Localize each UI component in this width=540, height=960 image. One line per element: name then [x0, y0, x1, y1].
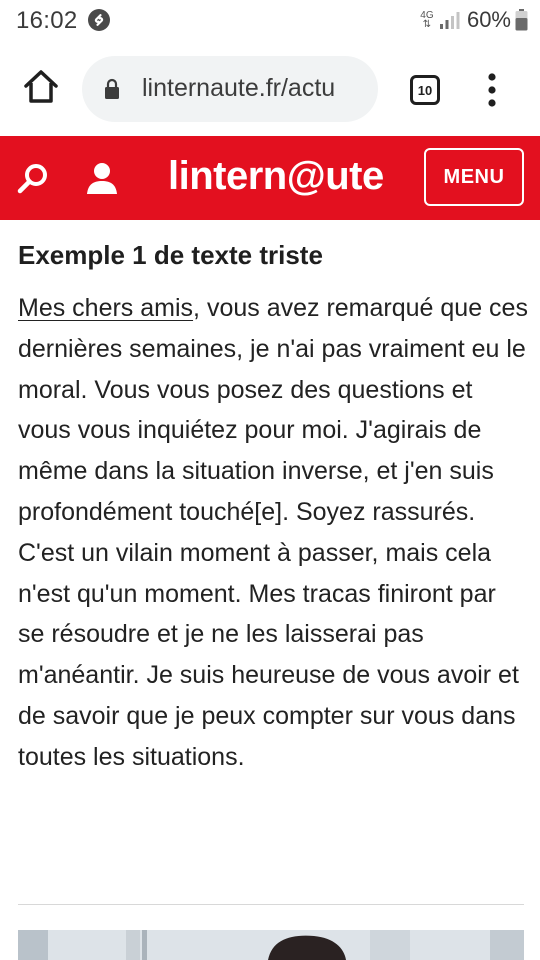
article-image: [18, 930, 524, 960]
article-text: , vous avez remarqué que ces dernières s…: [18, 294, 528, 771]
address-bar[interactable]: linternaute.fr/actu: [82, 56, 378, 122]
search-icon: [17, 164, 47, 194]
browser-menu-button[interactable]: [478, 70, 506, 110]
divider: [18, 904, 524, 905]
site-menu-button[interactable]: MENU: [424, 148, 524, 206]
article-paragraph: Mes chers amis, vous avez remarqué que c…: [18, 288, 528, 778]
battery-icon: [515, 9, 528, 31]
browser-toolbar: linternaute.fr/actu 10: [0, 42, 540, 136]
status-bar: 16:02 4G ⇅ 60%: [0, 0, 540, 42]
status-indicators: 4G ⇅ 60%: [419, 7, 528, 33]
lock-icon: [104, 78, 120, 100]
article-link[interactable]: Mes chers amis: [18, 294, 193, 322]
home-button[interactable]: [22, 68, 60, 106]
article-heading: Exemple 1 de texte triste: [18, 240, 323, 270]
site-logo[interactable]: lintern@ute: [168, 154, 384, 199]
status-time: 16:02: [16, 7, 78, 34]
battery-percent: 60%: [466, 7, 511, 32]
user-icon: [87, 163, 117, 194]
site-search-button[interactable]: [16, 162, 50, 196]
network-type: 4G ⇅: [419, 11, 435, 30]
site-account-button[interactable]: [84, 160, 120, 196]
signal-icon: [439, 11, 461, 29]
tab-switcher-button[interactable]: 10: [410, 75, 440, 105]
url-text: linternaute.fr/actu: [142, 74, 336, 102]
home-icon: [24, 70, 58, 103]
data-arrows-icon: ⇅: [422, 19, 432, 30]
site-header: lintern@ute MENU: [0, 136, 540, 220]
site-menu-label: MENU: [443, 165, 505, 188]
shazam-icon: [88, 9, 110, 31]
tab-count: 10: [417, 82, 433, 98]
more-vert-icon: [488, 73, 496, 107]
